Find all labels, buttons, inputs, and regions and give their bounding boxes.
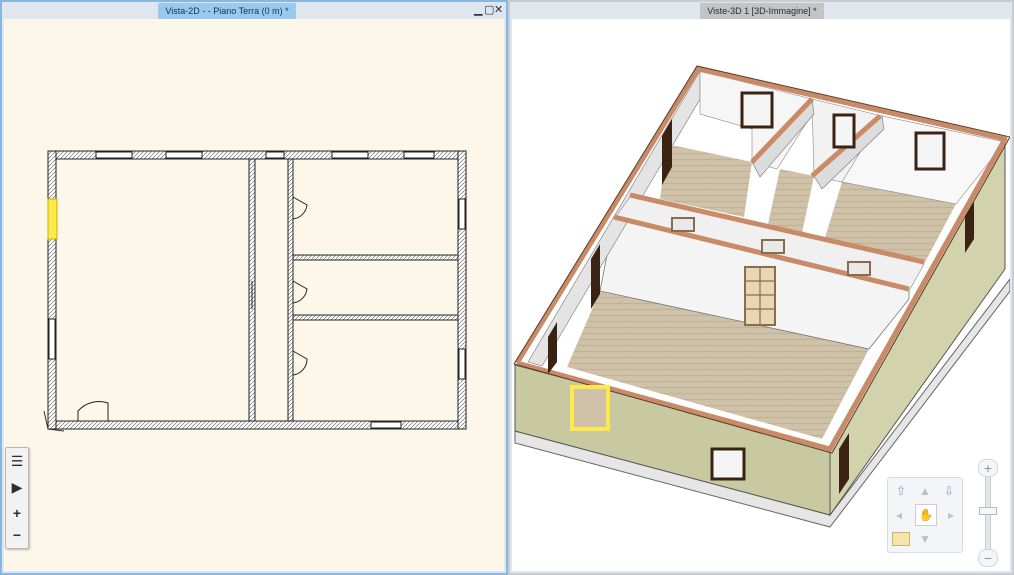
bathroom-floor bbox=[768, 169, 814, 233]
tilt-up-icon[interactable]: ⇧ bbox=[894, 484, 908, 498]
right-icon[interactable]: ▸ bbox=[944, 508, 958, 522]
zoom-in-icon[interactable]: + bbox=[6, 502, 28, 524]
list-icon[interactable]: ☰ bbox=[6, 450, 28, 472]
view-3d-pane[interactable]: Viste-3D 1 [3D-Immagine] * ⇧ ▲ ⇩ ◂ ✋ ▸ ▼… bbox=[508, 0, 1014, 575]
floor-plan bbox=[43, 150, 467, 432]
interior-walls bbox=[248, 158, 459, 422]
outer-walls bbox=[47, 150, 467, 430]
tab-2d-view[interactable]: Vista-2D - - Piano Terra (0 m) * bbox=[158, 3, 296, 19]
minimize-icon[interactable]: ▁ bbox=[474, 4, 482, 16]
zoom-in-button[interactable]: + bbox=[978, 459, 998, 477]
play-icon[interactable]: ▶ bbox=[6, 476, 28, 498]
tilt-down-icon[interactable]: ⇩ bbox=[942, 484, 956, 498]
close-icon[interactable]: ✕ bbox=[494, 4, 503, 16]
up-icon[interactable]: ▲ bbox=[918, 484, 932, 498]
pan-hand-icon[interactable]: ✋ bbox=[915, 504, 937, 526]
maximize-icon[interactable]: ▢ bbox=[484, 4, 494, 16]
plan-2d-pane[interactable]: Vista-2D - - Piano Terra (0 m) * ▁ ▢ ✕ ☰… bbox=[0, 0, 508, 575]
zoom-slider[interactable]: + − bbox=[978, 459, 998, 569]
plan-toolbox: ☰ ▶ + − bbox=[5, 447, 29, 549]
selected-window-highlight[interactable] bbox=[47, 198, 58, 240]
plan-canvas[interactable] bbox=[4, 19, 504, 571]
navigation-pad: ⇧ ▲ ⇩ ◂ ✋ ▸ ▼ bbox=[887, 477, 963, 553]
zoom-thumb[interactable] bbox=[979, 507, 997, 515]
down-icon[interactable]: ▼ bbox=[918, 532, 932, 546]
tab-3d-view[interactable]: Viste-3D 1 [3D-Immagine] * bbox=[700, 3, 824, 19]
selected-window-3d[interactable] bbox=[570, 385, 610, 431]
zoom-out-button[interactable]: − bbox=[978, 549, 998, 567]
left-icon[interactable]: ◂ bbox=[892, 508, 906, 522]
zoom-out-icon[interactable]: − bbox=[6, 524, 28, 546]
render-canvas[interactable]: ⇧ ▲ ⇩ ◂ ✋ ▸ ▼ + − bbox=[512, 19, 1010, 571]
view-mode-icon[interactable] bbox=[892, 532, 910, 546]
doors bbox=[77, 196, 308, 421]
windows bbox=[48, 151, 466, 429]
